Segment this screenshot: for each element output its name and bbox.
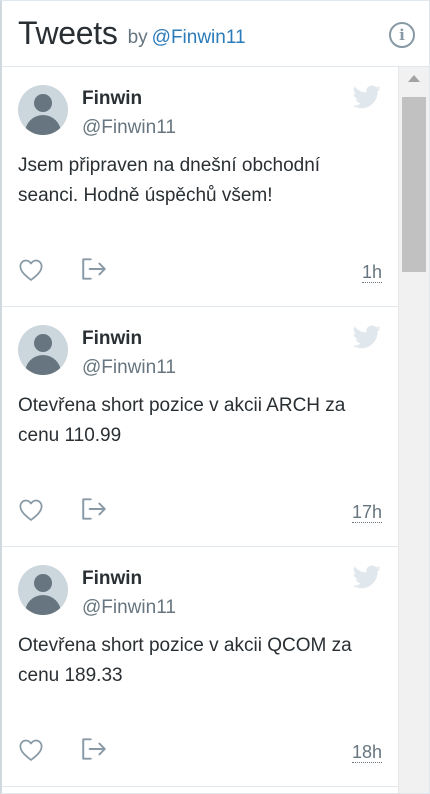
tweet-timestamp[interactable]: 18h <box>351 742 382 763</box>
tweet-author-handle[interactable]: @Finwin11 <box>82 117 176 139</box>
timeline-header: Tweets by @Finwin11 i <box>2 1 429 67</box>
avatar[interactable] <box>18 565 68 615</box>
share-icon[interactable] <box>80 496 108 522</box>
tweet-actions: 17h <box>18 495 382 525</box>
tweet-actions: 1h <box>18 255 382 285</box>
tweet-item: Finwin @Finwin11 Otevřena short pozice v… <box>2 547 398 787</box>
like-heart-icon[interactable] <box>18 737 44 763</box>
byline-handle-link[interactable]: @Finwin11 <box>152 27 246 48</box>
like-heart-icon[interactable] <box>18 497 44 523</box>
twitter-timeline-widget: Tweets by @Finwin11 i Finwin @Finwin11 Js… <box>0 0 430 794</box>
byline-label: by <box>127 26 148 48</box>
twitter-bird-icon[interactable] <box>353 565 381 589</box>
scroll-up-arrow-icon[interactable] <box>408 75 420 82</box>
tweet-text: Jsem připraven na dnešní obchodní seanci… <box>18 155 321 206</box>
avatar[interactable] <box>18 85 68 135</box>
tweet-author-name[interactable]: Finwin <box>82 568 142 590</box>
like-heart-icon[interactable] <box>18 257 44 283</box>
timeline-title: Tweets <box>18 15 118 51</box>
tweet-actions: 18h <box>18 735 382 765</box>
tweet-author-handle[interactable]: @Finwin11 <box>82 357 176 379</box>
twitter-bird-icon[interactable] <box>353 325 381 349</box>
share-icon[interactable] <box>80 736 108 762</box>
twitter-bird-icon[interactable] <box>353 85 381 109</box>
tweet-author-handle[interactable]: @Finwin11 <box>82 597 176 619</box>
timeline-byline: by @Finwin11 <box>128 27 246 49</box>
scrollbar[interactable] <box>398 67 429 793</box>
tweet-author-name[interactable]: Finwin <box>82 328 142 350</box>
tweet-item: Finwin @Finwin11 Otevřena short pozice v… <box>2 307 398 547</box>
tweet-text: Otevřena short pozice v akcii QCOM za ce… <box>18 635 352 686</box>
tweet-item: Finwin @Finwin11 Jsem připraven na dnešn… <box>2 67 398 307</box>
tweet-text: Otevřena short pozice v akcii ARCH za ce… <box>18 395 346 446</box>
share-icon[interactable] <box>80 256 108 282</box>
tweet-timestamp[interactable]: 1h <box>361 262 382 283</box>
scrollbar-thumb[interactable] <box>402 97 426 272</box>
tweet-list: Finwin @Finwin11 Jsem připraven na dnešn… <box>2 67 398 793</box>
tweet-author-name[interactable]: Finwin <box>82 88 142 110</box>
tweet-timestamp[interactable]: 17h <box>351 502 382 523</box>
info-icon[interactable]: i <box>389 22 415 48</box>
avatar[interactable] <box>18 325 68 375</box>
